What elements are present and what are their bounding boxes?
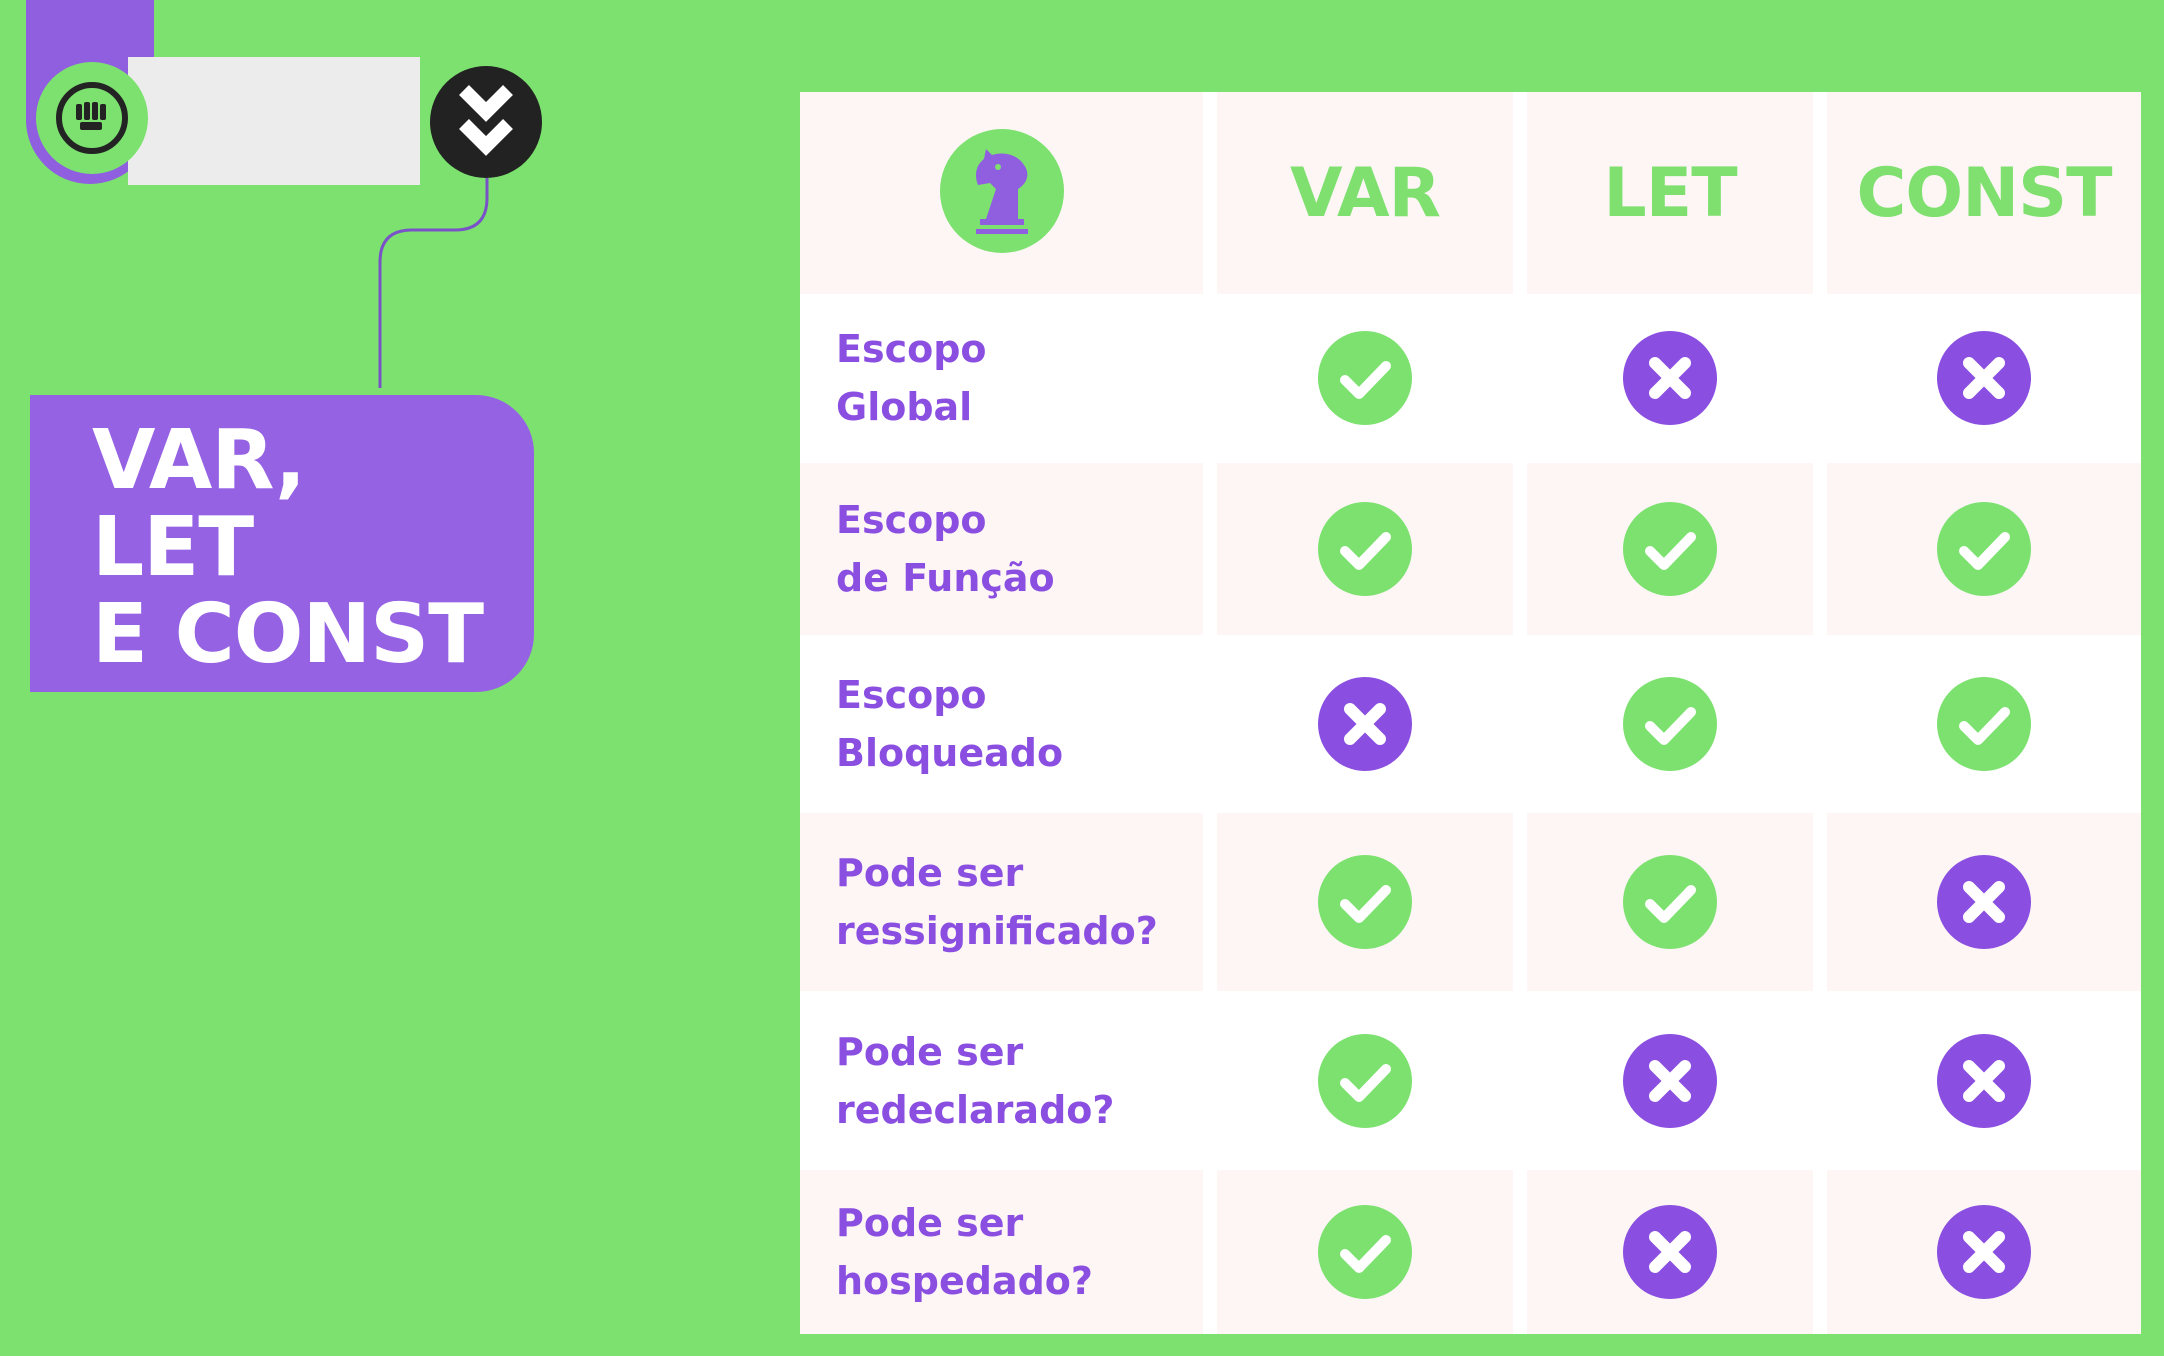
- cell-let: [1513, 634, 1820, 814]
- row-label-line-2: ressignificado?: [836, 909, 1158, 954]
- column-header-var: VAR: [1203, 92, 1520, 295]
- row-label: Escopo Global: [800, 294, 1210, 463]
- cell-let: [1513, 1169, 1820, 1334]
- cross-icon: [1937, 1204, 2031, 1299]
- table-row: Escopo de Função: [800, 462, 2141, 635]
- cell-let: [1513, 294, 1820, 463]
- title-line-3: E CONST: [92, 587, 484, 682]
- cell-var: [1203, 634, 1520, 814]
- row-label: Pode ser redeclarado?: [800, 991, 1210, 1170]
- check-icon: [1937, 676, 2031, 771]
- row-label-line-1: Pode ser: [836, 851, 1024, 896]
- table-row: Pode ser redeclarado?: [800, 991, 2141, 1170]
- cell-const: [1813, 462, 2141, 635]
- row-label-line-1: Pode ser: [836, 1029, 1024, 1074]
- scroll-down-button[interactable]: [430, 66, 542, 178]
- row-label-line-1: Pode ser: [836, 1200, 1024, 1245]
- row-label: Escopo de Função: [800, 462, 1210, 635]
- title-line-1: VAR,: [92, 413, 306, 508]
- cell-var: [1203, 813, 1520, 992]
- table-header-row: VAR LET CONST: [800, 92, 2141, 295]
- cell-var: [1203, 991, 1520, 1170]
- row-label: Escopo Bloqueado: [800, 634, 1210, 814]
- cell-const: [1813, 1169, 2141, 1334]
- cell-var: [1203, 294, 1520, 463]
- row-label-line-1: Escopo: [836, 672, 987, 717]
- connector-line: [378, 178, 489, 388]
- cross-icon: [1623, 331, 1717, 426]
- cell-const: [1813, 813, 2141, 992]
- check-icon: [1318, 1033, 1412, 1128]
- cross-icon: [1623, 1033, 1717, 1128]
- corner-cell: [800, 92, 1210, 295]
- cell-var: [1203, 462, 1520, 635]
- row-label-line-2: Global: [836, 385, 973, 430]
- cell-let: [1513, 991, 1820, 1170]
- column-header-let: LET: [1513, 92, 1820, 295]
- fist-icon: [56, 82, 128, 154]
- cell-let: [1513, 813, 1820, 992]
- cell-const: [1813, 294, 2141, 463]
- cell-var: [1203, 1169, 1520, 1334]
- row-label-line-2: Bloqueado: [836, 730, 1064, 775]
- logo-bar: [128, 57, 420, 185]
- chess-knight-icon: [939, 129, 1064, 254]
- cell-const: [1813, 991, 2141, 1170]
- check-icon: [1318, 501, 1412, 596]
- logo: [36, 62, 148, 174]
- cross-icon: [1937, 1033, 2031, 1128]
- row-label: Pode ser hospedado?: [800, 1169, 1210, 1334]
- cell-const: [1813, 634, 2141, 814]
- row-label: Pode ser ressignificado?: [800, 813, 1210, 992]
- table-row: Escopo Global: [800, 294, 2141, 463]
- double-chevron-down-icon: [459, 85, 513, 156]
- check-icon: [1318, 331, 1412, 426]
- cross-icon: [1623, 1204, 1717, 1299]
- table-row: Pode ser hospedado?: [800, 1169, 2141, 1334]
- comparison-table: VAR LET CONST Escopo Global Escopo de Funçã…: [800, 92, 2141, 1334]
- row-label-line-1: Escopo: [836, 497, 987, 542]
- check-icon: [1937, 501, 2031, 596]
- row-label-line-2: de Função: [836, 555, 1055, 600]
- column-header-const: CONST: [1813, 92, 2141, 295]
- cell-let: [1513, 462, 1820, 635]
- check-icon: [1623, 855, 1717, 950]
- title-line-2: LET: [92, 500, 254, 595]
- table-row: Escopo Bloqueado: [800, 634, 2141, 814]
- check-icon: [1623, 676, 1717, 771]
- check-icon: [1623, 501, 1717, 596]
- cross-icon: [1937, 331, 2031, 426]
- row-label-line-2: redeclarado?: [836, 1087, 1115, 1132]
- cross-icon: [1318, 676, 1412, 771]
- check-icon: [1318, 1204, 1412, 1299]
- title-card: VAR, LET E CONST: [30, 395, 534, 692]
- row-label-line-1: Escopo: [836, 327, 987, 372]
- table-row: Pode ser ressignificado?: [800, 813, 2141, 992]
- check-icon: [1318, 855, 1412, 950]
- cross-icon: [1937, 855, 2031, 950]
- row-label-line-2: hospedado?: [836, 1258, 1093, 1303]
